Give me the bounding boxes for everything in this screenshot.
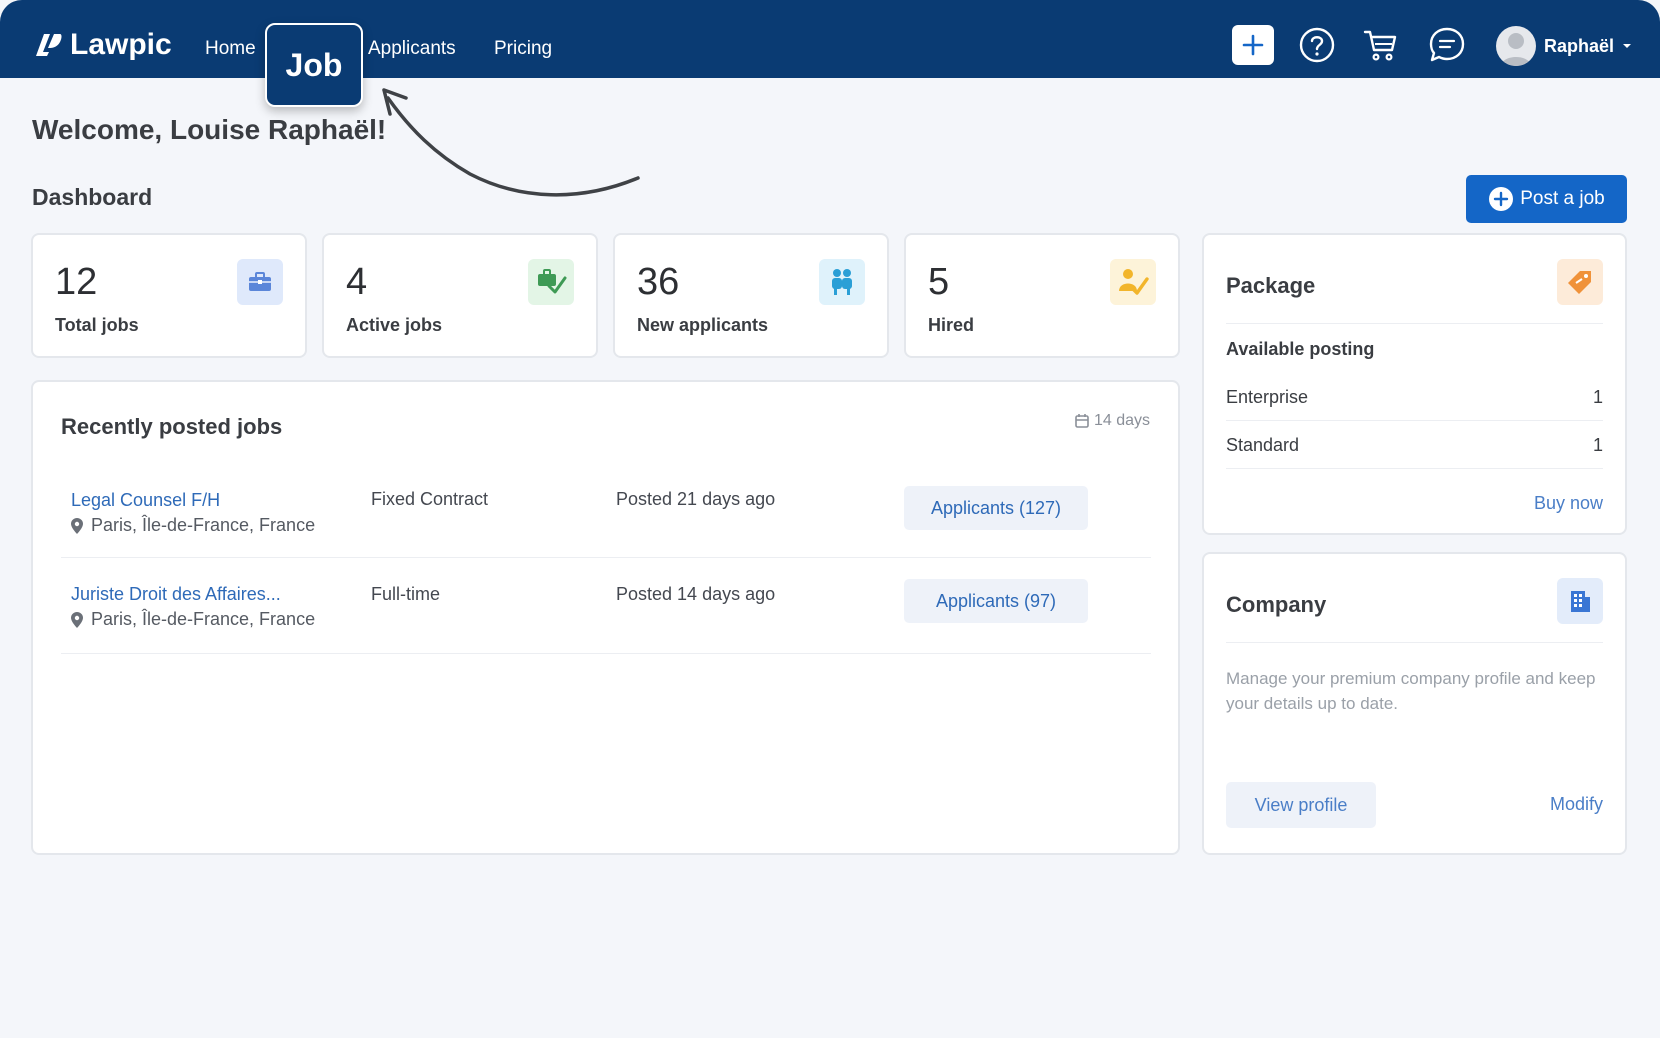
available-posting-label: Available posting xyxy=(1226,339,1375,359)
company-title: Company xyxy=(1226,592,1327,617)
package-count: 1 xyxy=(1592,387,1603,407)
applicants-button[interactable]: Applicants (127) xyxy=(904,486,1088,530)
building-icon xyxy=(1557,578,1603,624)
applicants-button[interactable]: Applicants (97) xyxy=(904,579,1088,623)
modify-link[interactable]: Modify xyxy=(1550,794,1603,815)
page-title: Dashboard xyxy=(32,184,153,210)
nav-job[interactable]: Job xyxy=(265,23,363,107)
people-icon xyxy=(819,259,865,305)
plus-circle-icon xyxy=(1489,187,1514,211)
date-range-label: 14 days xyxy=(1093,412,1150,429)
chevron-down-icon xyxy=(1623,44,1632,48)
package-card: Package Available posting Enterprise 1 S… xyxy=(1202,233,1627,535)
chat-icon[interactable] xyxy=(1428,26,1466,64)
job-type: Full-time xyxy=(371,584,441,604)
package-title: Package xyxy=(1226,273,1316,298)
recent-jobs-panel: Recently posted jobs 14 days Legal Couns… xyxy=(31,380,1180,855)
add-button[interactable] xyxy=(1232,25,1274,65)
job-posted-date: Posted 21 days ago xyxy=(616,489,776,509)
location-pin-icon xyxy=(71,611,83,628)
job-row: Legal Counsel F/H Paris, Île-de-France, … xyxy=(61,462,1151,558)
package-name: Standard xyxy=(1226,435,1300,455)
top-nav-bar: Lawpic Home Applicants Pricing Raphaël xyxy=(0,0,1660,78)
divider xyxy=(1226,642,1603,643)
stat-value: 5 xyxy=(928,261,950,303)
job-posted-date: Posted 14 days ago xyxy=(616,584,776,604)
briefcase-check-icon xyxy=(528,259,574,305)
stat-value: 4 xyxy=(346,261,368,303)
brand-logo[interactable]: Lawpic xyxy=(32,28,172,62)
recent-jobs-title: Recently posted jobs xyxy=(61,414,283,439)
location-pin-icon xyxy=(71,517,83,534)
welcome-heading: Welcome, Louise Raphaël! xyxy=(32,114,387,145)
view-profile-button[interactable]: View profile xyxy=(1226,782,1376,828)
job-type: Fixed Contract xyxy=(371,489,489,509)
tag-icon xyxy=(1557,259,1603,305)
post-job-label: Post a job xyxy=(1520,188,1605,209)
post-job-button[interactable]: Post a job xyxy=(1466,175,1627,223)
job-location-text: Paris, Île-de-France, France xyxy=(91,515,316,535)
stat-label: Total jobs xyxy=(55,315,139,335)
job-title-link[interactable]: Juriste Droit des Affaires... xyxy=(71,584,281,605)
package-row-enterprise: Enterprise 1 xyxy=(1226,387,1603,408)
package-count: 1 xyxy=(1592,435,1603,455)
job-location: Paris, Île-de-France, France xyxy=(71,609,315,630)
user-name: Raphaël xyxy=(1544,35,1615,56)
job-title-link[interactable]: Legal Counsel F/H xyxy=(71,490,220,511)
job-row: Juriste Droit des Affaires... Paris, Île… xyxy=(61,558,1151,654)
avatar xyxy=(1496,26,1536,66)
cart-icon[interactable] xyxy=(1362,26,1400,64)
nav-pricing[interactable]: Pricing xyxy=(494,38,552,60)
company-card: Company Manage your premium company prof… xyxy=(1202,552,1627,855)
lawpic-logo-icon xyxy=(32,32,62,58)
stat-value: 12 xyxy=(55,261,98,303)
stat-card-new-applicants[interactable]: 36 New applicants xyxy=(613,233,889,358)
divider xyxy=(1226,323,1603,324)
stat-card-active-jobs[interactable]: 4 Active jobs xyxy=(322,233,598,358)
help-icon[interactable] xyxy=(1298,26,1336,64)
divider xyxy=(1226,468,1603,469)
plus-icon xyxy=(1242,34,1264,56)
user-menu[interactable]: Raphaël xyxy=(1496,26,1632,66)
stat-card-total-jobs[interactable]: 12 Total jobs xyxy=(31,233,307,358)
brand-name: Lawpic xyxy=(70,28,172,61)
nav-home[interactable]: Home xyxy=(205,38,256,60)
divider xyxy=(1226,420,1603,421)
date-range-filter[interactable]: 14 days xyxy=(1074,412,1150,430)
stat-label: Active jobs xyxy=(346,315,443,335)
job-location: Paris, Île-de-France, France xyxy=(71,515,315,536)
briefcase-icon xyxy=(237,259,283,305)
annotation-arrow-icon xyxy=(382,88,640,197)
company-description: Manage your premium company profile and … xyxy=(1226,669,1596,713)
package-subtitle: Available posting xyxy=(1226,339,1603,360)
user-avatar-icon xyxy=(1501,33,1531,66)
package-name: Enterprise xyxy=(1226,387,1309,407)
stat-card-hired[interactable]: 5 Hired xyxy=(904,233,1180,358)
package-row-standard: Standard 1 xyxy=(1226,435,1603,456)
job-location-text: Paris, Île-de-France, France xyxy=(91,609,316,629)
stat-label: Hired xyxy=(928,315,975,335)
stat-value: 36 xyxy=(637,261,680,303)
calendar-icon xyxy=(1075,414,1089,428)
hired-icon xyxy=(1110,259,1156,305)
buy-now-link[interactable]: Buy now xyxy=(1534,493,1603,514)
stat-label: New applicants xyxy=(637,315,769,335)
nav-applicants[interactable]: Applicants xyxy=(368,38,456,60)
